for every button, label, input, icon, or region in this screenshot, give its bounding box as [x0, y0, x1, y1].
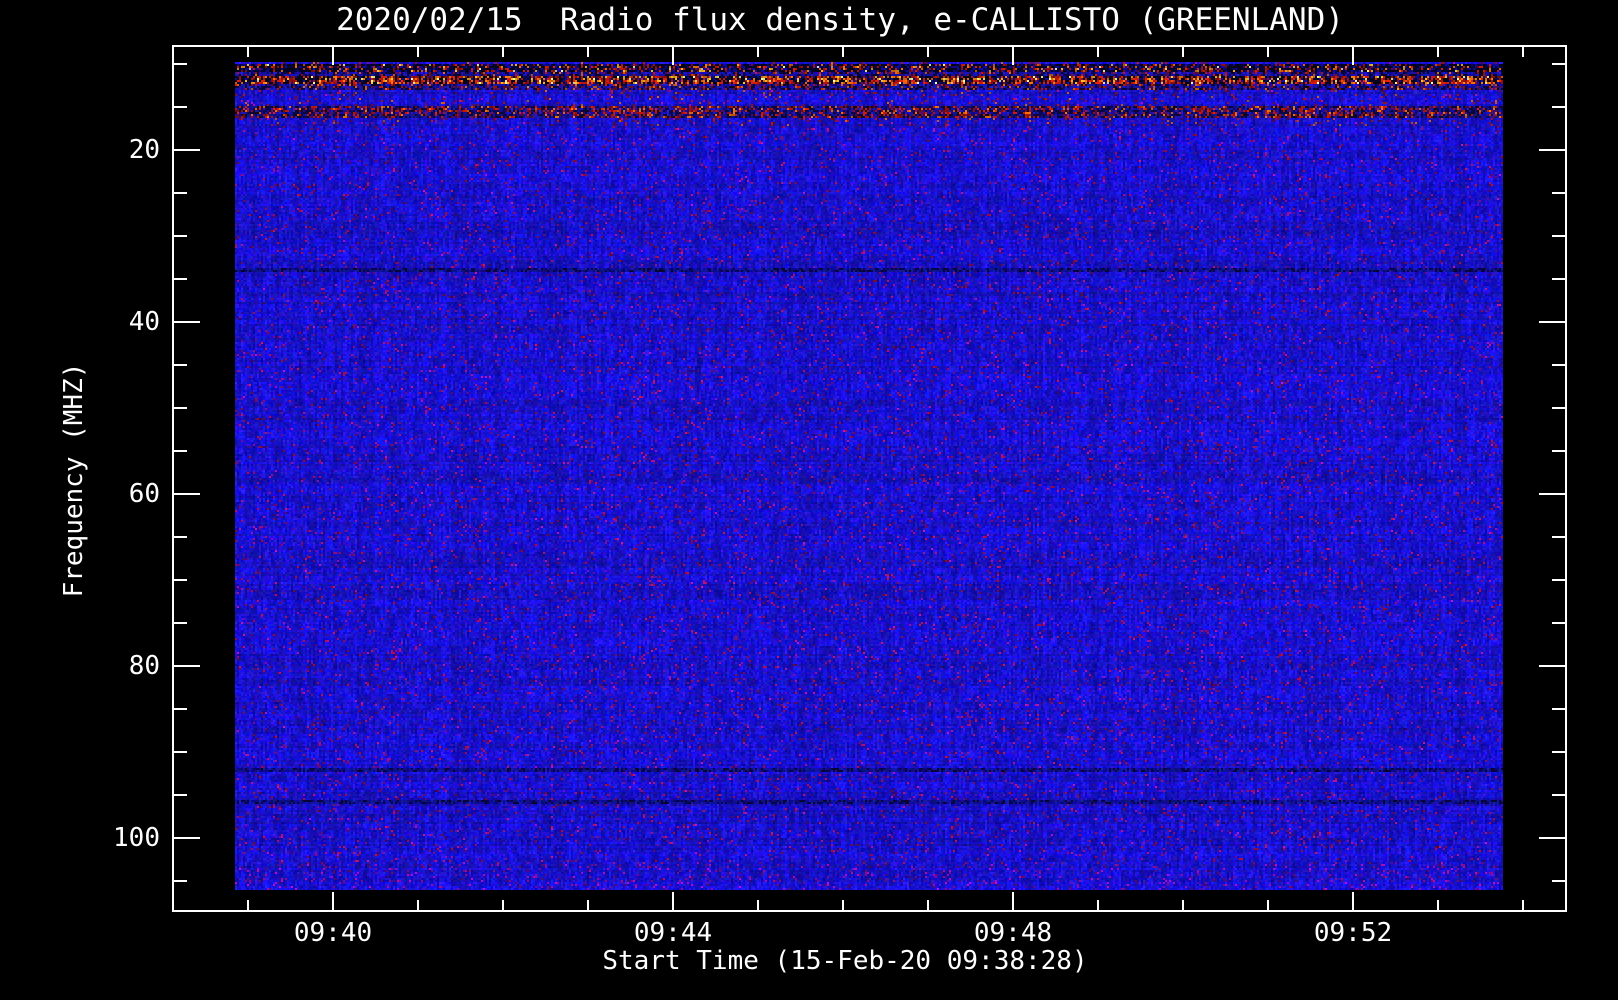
x-major-tick: [1012, 47, 1014, 65]
y-minor-tick: [1552, 63, 1565, 65]
x-minor-tick: [417, 900, 419, 910]
x-minor-tick: [927, 47, 929, 57]
x-minor-tick: [1267, 900, 1269, 910]
x-minor-tick: [1182, 900, 1184, 910]
y-major-tick: [1539, 837, 1565, 839]
x-minor-tick: [587, 47, 589, 57]
y-minor-tick: [174, 536, 187, 538]
y-major-tick: [174, 665, 200, 667]
y-minor-tick: [1552, 192, 1565, 194]
x-minor-tick: [842, 900, 844, 910]
x-minor-tick: [587, 900, 589, 910]
x-major-tick: [1352, 892, 1354, 910]
x-minor-tick: [757, 900, 759, 910]
y-minor-tick: [174, 63, 187, 65]
plot-frame: [172, 45, 1567, 912]
y-minor-tick: [1552, 235, 1565, 237]
x-major-tick: [672, 47, 674, 65]
y-minor-tick: [1552, 622, 1565, 624]
x-minor-tick: [417, 47, 419, 57]
y-minor-tick: [1552, 880, 1565, 882]
y-minor-tick: [1552, 106, 1565, 108]
y-minor-tick: [1552, 579, 1565, 581]
y-minor-tick: [174, 106, 187, 108]
y-minor-tick: [174, 407, 187, 409]
x-minor-tick: [842, 47, 844, 57]
y-minor-tick: [1552, 708, 1565, 710]
y-minor-tick: [1552, 407, 1565, 409]
x-minor-tick: [247, 47, 249, 57]
y-major-tick: [174, 149, 200, 151]
x-tick-label: 09:40: [293, 918, 373, 948]
y-minor-tick: [174, 192, 187, 194]
y-minor-tick: [174, 622, 187, 624]
y-tick-label: 60: [128, 479, 160, 509]
y-major-tick: [1539, 321, 1565, 323]
y-minor-tick: [174, 235, 187, 237]
x-axis-title: Start Time (15-Feb-20 09:38:28): [602, 946, 1088, 976]
x-major-tick: [332, 47, 334, 65]
y-major-tick: [174, 321, 200, 323]
x-minor-tick: [502, 900, 504, 910]
y-tick-label: 40: [128, 307, 160, 337]
y-tick-label: 20: [128, 135, 160, 165]
y-minor-tick: [1552, 794, 1565, 796]
y-major-tick: [1539, 149, 1565, 151]
y-minor-tick: [1552, 536, 1565, 538]
x-major-tick: [1012, 892, 1014, 910]
x-major-tick: [1352, 47, 1354, 65]
x-tick-label: 09:44: [633, 918, 713, 948]
x-minor-tick: [1097, 900, 1099, 910]
y-minor-tick: [174, 708, 187, 710]
y-tick-label: 80: [128, 651, 160, 681]
y-minor-tick: [174, 278, 187, 280]
y-minor-tick: [174, 794, 187, 796]
y-major-tick: [174, 493, 200, 495]
y-tick-label: 100: [113, 823, 160, 853]
y-minor-tick: [1552, 364, 1565, 366]
y-minor-tick: [1552, 278, 1565, 280]
y-minor-tick: [1552, 751, 1565, 753]
y-minor-tick: [1552, 450, 1565, 452]
y-major-tick: [174, 837, 200, 839]
x-minor-tick: [247, 900, 249, 910]
spectrogram-page: 2020/02/15 Radio flux density, e-CALLIST…: [0, 0, 1618, 1000]
x-minor-tick: [1437, 900, 1439, 910]
y-minor-tick: [174, 751, 187, 753]
x-minor-tick: [1267, 47, 1269, 57]
y-minor-tick: [174, 579, 187, 581]
y-major-tick: [1539, 665, 1565, 667]
x-minor-tick: [1522, 900, 1524, 910]
x-minor-tick: [927, 900, 929, 910]
x-tick-label: 09:52: [1313, 918, 1393, 948]
y-minor-tick: [174, 880, 187, 882]
x-major-tick: [672, 892, 674, 910]
x-minor-tick: [1437, 47, 1439, 57]
y-minor-tick: [174, 364, 187, 366]
x-minor-tick: [1182, 47, 1184, 57]
x-minor-tick: [1522, 47, 1524, 57]
x-major-tick: [332, 892, 334, 910]
y-major-tick: [1539, 493, 1565, 495]
x-minor-tick: [502, 47, 504, 57]
x-tick-label: 09:48: [973, 918, 1053, 948]
x-minor-tick: [757, 47, 759, 57]
y-minor-tick: [174, 450, 187, 452]
chart-title: 2020/02/15 Radio flux density, e-CALLIST…: [336, 2, 1344, 38]
x-minor-tick: [1097, 47, 1099, 57]
